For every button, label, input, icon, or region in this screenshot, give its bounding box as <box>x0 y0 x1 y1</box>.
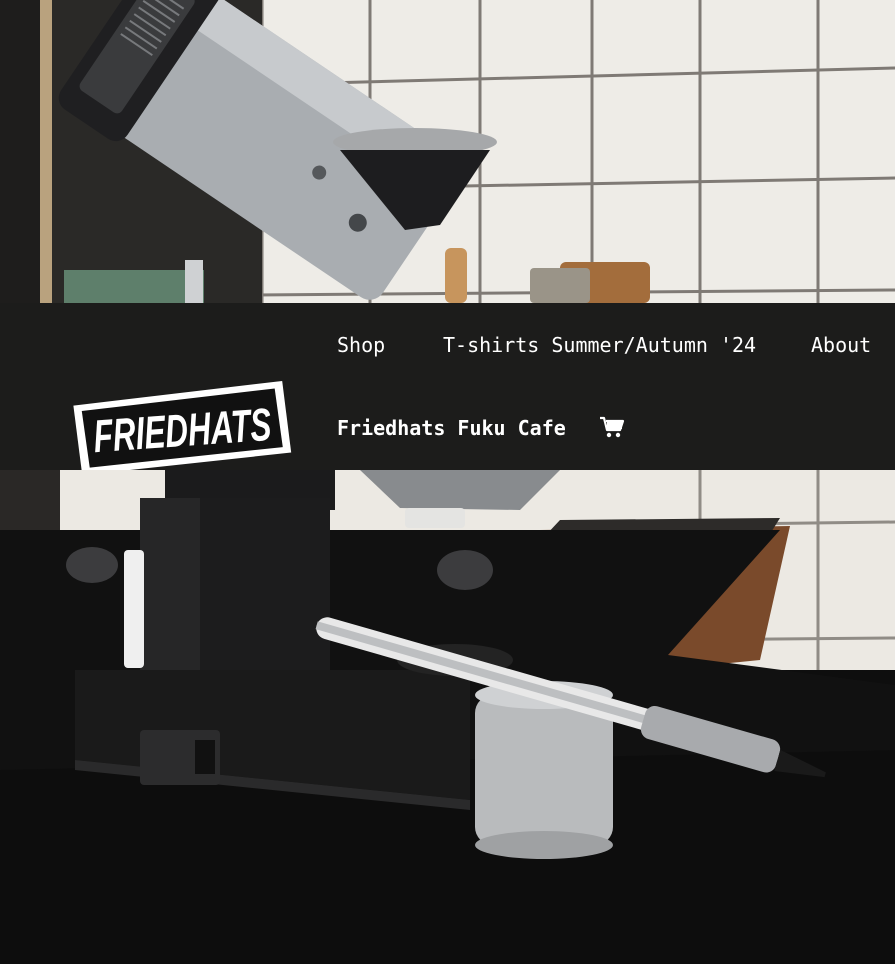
friedhats-logo[interactable]: FRIEDHATS <box>71 380 295 476</box>
cart-button[interactable] <box>599 415 625 439</box>
hero-photo-top <box>0 0 895 303</box>
hero-image-top <box>0 0 895 303</box>
nav-about[interactable]: About <box>811 333 871 357</box>
nav-tshirts[interactable]: T-shirts Summer/Autumn '24 <box>443 333 756 357</box>
cart-icon <box>600 416 625 438</box>
hero-image-bottom: ​ <box>0 470 895 964</box>
hero-photo-bottom: ​ <box>0 470 895 964</box>
nav-fuku-cafe[interactable]: Friedhats Fuku Cafe <box>337 416 566 440</box>
nav-shop[interactable]: Shop <box>337 333 385 357</box>
page: FRIEDHATS Shop T-shirts Summer/Autumn '2… <box>0 0 895 964</box>
logo-image: FRIEDHATS <box>73 380 292 476</box>
